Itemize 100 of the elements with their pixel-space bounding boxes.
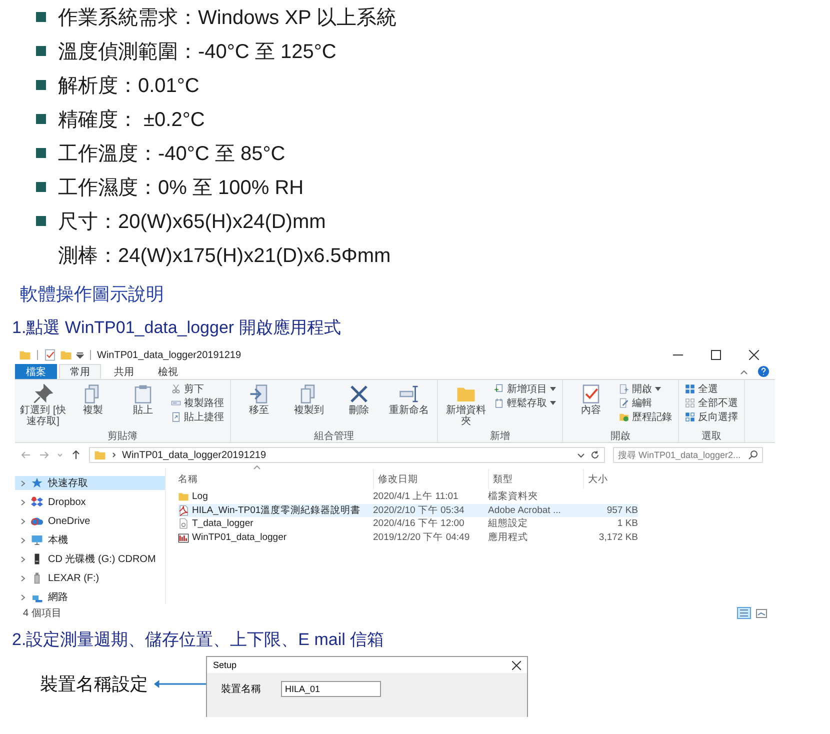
column-header[interactable]: 修改日期	[378, 472, 418, 486]
ribbon-button[interactable]: 開啟	[617, 382, 674, 395]
cloud-icon	[31, 515, 43, 527]
chevron-right-icon[interactable]	[20, 556, 26, 562]
ribbon-button[interactable]: 釘選到 [快速存取]	[19, 382, 67, 429]
grid-icon	[685, 412, 695, 422]
thumbnail-view-icon[interactable]	[756, 608, 767, 618]
file-row[interactable]: HILA_Win-TP01溫度零測紀錄器說明書 2020/2/10 下午 05:34 Adobe Acrobat ... 957 KB	[178, 504, 638, 517]
nav-label: 本機	[48, 534, 68, 547]
star-icon	[31, 477, 43, 489]
file-name: HILA_Win-TP01溫度零測紀錄器說明書	[192, 504, 361, 517]
group-label: 剪貼簿	[106, 430, 138, 442]
ribbon-button[interactable]: 歷程記錄	[617, 410, 674, 423]
file-type: Adobe Acrobat ...	[488, 504, 561, 516]
ribbon-button[interactable]: 剪下	[169, 382, 226, 395]
chevron-right-icon	[111, 452, 117, 458]
input-field[interactable]: HILA_01	[281, 681, 381, 697]
file-size: 1 KB	[617, 518, 638, 530]
search-field[interactable]: 搜尋 WinTP01_data_logger2...	[613, 447, 763, 463]
address-path: WinTP01_data_logger20191219	[122, 450, 266, 460]
folder-icon	[178, 491, 189, 502]
ribbon-tab[interactable]: 常用	[59, 364, 101, 379]
file-row[interactable]: WinTP01_data_logger 2019/12/20 下午 04:49 應用程式 3,172 KB	[178, 530, 638, 544]
app-icon	[178, 532, 189, 543]
dropdown-icon[interactable]	[76, 351, 84, 359]
maximize-icon[interactable]	[711, 350, 721, 360]
chevron-right-icon[interactable]	[20, 498, 26, 506]
nav-item[interactable]: LEXAR (F:)	[15, 571, 165, 585]
file-row[interactable]: Log 2020/4/1 上午 11:01 檔案資料夾	[178, 490, 638, 504]
bullet-square	[36, 182, 46, 192]
spec-text: 溫度偵測範圍：-40°C 至 125°C	[58, 40, 336, 64]
nav-item[interactable]: 網路	[15, 590, 165, 604]
chevron-right-icon[interactable]	[20, 518, 26, 524]
details-view-icon[interactable]	[737, 607, 751, 619]
spec-text: 精確度： ±0.2°C	[58, 108, 205, 132]
checklist-icon	[44, 349, 56, 361]
bullet-square	[36, 114, 46, 124]
ribbon-button[interactable]: 編輯	[617, 396, 674, 409]
checklist-icon	[581, 384, 601, 404]
column-header[interactable]: 大小	[588, 472, 608, 486]
chevron-right-icon[interactable]	[20, 480, 26, 486]
ribbon-button[interactable]: 重新命名	[385, 382, 433, 429]
ribbon-button[interactable]: 複製路徑	[169, 396, 226, 409]
file-size: 957 KB	[606, 504, 638, 516]
spec-text: 工作濕度：0% 至 100% RH	[58, 176, 304, 200]
file-row[interactable]: T_data_logger 2020/4/16 下午 12:00 組態設定 1 KB	[178, 517, 638, 530]
nav-item[interactable]: CD 光碟機 (G:) CDROM	[15, 552, 165, 566]
ribbon-button[interactable]: 內容	[567, 382, 615, 429]
open-icon	[619, 384, 629, 394]
ribbon-tab[interactable]: 檔案	[15, 364, 57, 379]
chevron-right-icon[interactable]	[20, 594, 26, 600]
ribbon-button[interactable]: 複製	[69, 382, 117, 429]
spec-text: 作業系統需求：Windows XP 以上系統	[58, 6, 397, 30]
status-text: 4 個項目	[23, 607, 62, 620]
callout-label: 裝置名稱設定	[40, 673, 148, 696]
column-header[interactable]: 名稱	[178, 472, 198, 486]
caret-icon[interactable]	[740, 368, 748, 374]
grid-icon	[685, 384, 695, 394]
chevron-down-icon[interactable]	[577, 451, 585, 459]
nav-label: OneDrive	[48, 516, 90, 526]
ribbon-button[interactable]: 貼上	[119, 382, 167, 429]
monitor-icon	[31, 534, 43, 546]
ribbon-tab[interactable]: 共用	[103, 364, 145, 379]
nav-label: LEXAR (F:)	[48, 572, 100, 584]
nav-item[interactable]: 快速存取	[15, 476, 165, 490]
close-icon[interactable]	[749, 350, 759, 360]
ribbon-button[interactable]: 全選	[683, 382, 740, 395]
up-arrow-icon[interactable]	[71, 450, 81, 460]
ribbon-button[interactable]: 全部不選	[683, 396, 740, 409]
ribbon-button[interactable]: 複製到	[285, 382, 333, 429]
help-icon[interactable]	[758, 366, 769, 377]
column-header[interactable]: 類型	[493, 472, 513, 486]
dropbox-icon	[31, 496, 43, 508]
ribbon-button[interactable]: 刪除	[335, 382, 383, 429]
forward-arrow-icon[interactable]	[39, 450, 49, 460]
edit-icon	[619, 398, 629, 408]
back-arrow-icon[interactable]	[21, 450, 31, 460]
address-bar[interactable]: WinTP01_data_logger20191219	[89, 447, 605, 463]
chevron-right-icon[interactable]	[20, 574, 26, 582]
pdf-icon	[178, 504, 189, 516]
file-type: 應用程式	[488, 532, 528, 543]
field-label: 裝置名稱	[221, 682, 262, 696]
ribbon-button[interactable]: 新增項目	[492, 382, 558, 395]
rename-icon	[399, 384, 419, 404]
ribbon-tab[interactable]: 檢視	[147, 364, 189, 379]
close-icon[interactable]	[512, 660, 521, 670]
nav-item[interactable]: Dropbox	[15, 495, 165, 509]
grid-icon	[685, 398, 695, 408]
ribbon-button[interactable]: 移至	[235, 382, 283, 429]
nav-item[interactable]: 本機	[15, 533, 165, 547]
nav-item[interactable]: OneDrive	[15, 514, 165, 528]
bullet-square	[36, 80, 46, 90]
chevron-right-icon[interactable]	[20, 536, 26, 544]
ribbon-button[interactable]: 輕鬆存取	[492, 396, 558, 409]
ribbon-button[interactable]: 反向選擇	[683, 410, 740, 423]
new-item-icon	[494, 384, 504, 394]
ribbon-button[interactable]: 貼上捷徑	[169, 410, 226, 423]
file-type: 組態設定	[488, 518, 528, 530]
refresh-icon[interactable]	[590, 450, 600, 460]
ribbon-button[interactable]: 新增資料夾	[442, 382, 490, 429]
